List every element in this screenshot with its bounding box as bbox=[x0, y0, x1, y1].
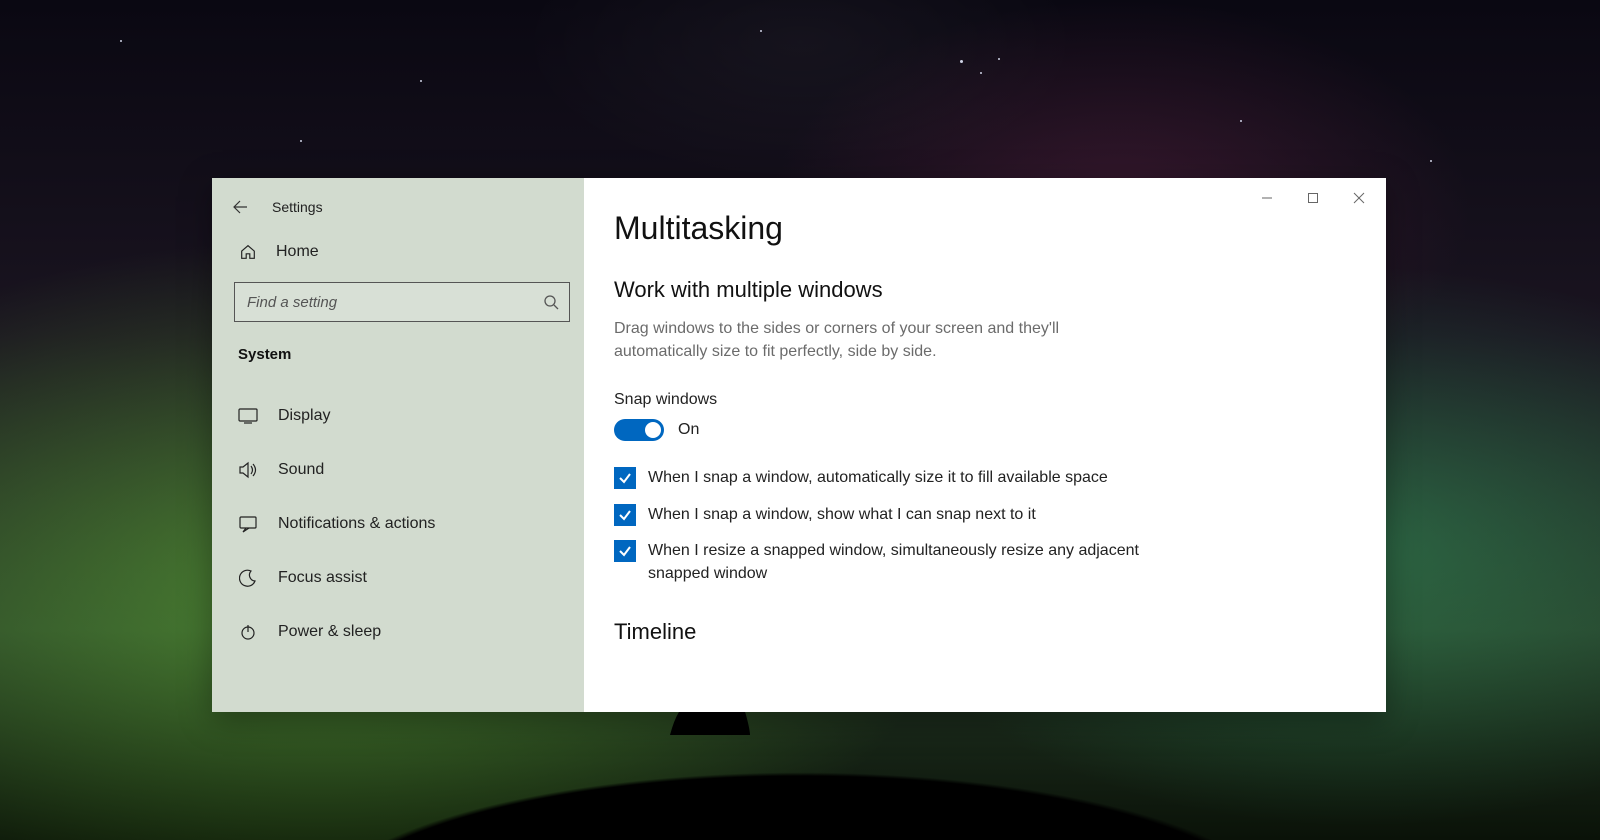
sidebar: Settings Home System bbox=[212, 178, 584, 712]
toggle-knob bbox=[645, 422, 661, 438]
checkbox-show-next[interactable]: When I snap a window, show what I can sn… bbox=[614, 504, 1174, 526]
sidebar-item-notifications[interactable]: Notifications & actions bbox=[212, 497, 584, 551]
toggle-state: On bbox=[678, 421, 699, 439]
sidebar-category: System bbox=[212, 326, 584, 371]
star-icon bbox=[420, 80, 422, 82]
page-title: Multitasking bbox=[614, 210, 1386, 247]
star-icon bbox=[1240, 120, 1242, 122]
close-button[interactable] bbox=[1336, 182, 1382, 214]
sidebar-item-sound[interactable]: Sound bbox=[212, 443, 584, 497]
power-icon bbox=[238, 622, 258, 642]
app-title: Settings bbox=[272, 199, 323, 215]
section-heading: Work with multiple windows bbox=[614, 277, 1386, 303]
checkbox-icon bbox=[614, 540, 636, 562]
checkbox-icon bbox=[614, 504, 636, 526]
sidebar-item-label: Home bbox=[276, 243, 319, 261]
sound-icon bbox=[238, 460, 258, 480]
notifications-icon bbox=[238, 514, 258, 534]
desktop-wallpaper: Settings Home System bbox=[0, 0, 1600, 840]
section-description: Drag windows to the sides or corners of … bbox=[614, 317, 1154, 363]
checkbox-label: When I resize a snapped window, simultan… bbox=[648, 540, 1174, 585]
checkbox-resize-adjacent[interactable]: When I resize a snapped window, simultan… bbox=[614, 540, 1174, 585]
checkbox-auto-size[interactable]: When I snap a window, automatically size… bbox=[614, 467, 1174, 489]
section-heading-timeline: Timeline bbox=[614, 619, 1386, 645]
star-icon bbox=[760, 30, 762, 32]
content-pane: Multitasking Work with multiple windows … bbox=[584, 178, 1386, 712]
maximize-button[interactable] bbox=[1290, 182, 1336, 214]
sidebar-nav: Display Sound Notifications & actions bbox=[212, 371, 584, 659]
search-field[interactable] bbox=[247, 294, 543, 311]
sidebar-item-display[interactable]: Display bbox=[212, 389, 584, 443]
search-input[interactable] bbox=[234, 282, 570, 322]
sidebar-item-focus-assist[interactable]: Focus assist bbox=[212, 551, 584, 605]
snap-windows-toggle[interactable] bbox=[614, 419, 664, 441]
back-button[interactable] bbox=[230, 197, 250, 217]
checkbox-label: When I snap a window, automatically size… bbox=[648, 467, 1108, 489]
display-icon bbox=[238, 406, 258, 426]
star-icon bbox=[980, 72, 982, 74]
star-icon bbox=[960, 60, 963, 63]
sidebar-item-label: Sound bbox=[278, 461, 324, 479]
moon-icon bbox=[238, 568, 258, 588]
titlebar: Settings bbox=[212, 186, 584, 228]
star-icon bbox=[1430, 160, 1432, 162]
sidebar-item-label: Focus assist bbox=[278, 569, 367, 587]
checkbox-group: When I snap a window, automatically size… bbox=[614, 467, 1174, 585]
checkbox-icon bbox=[614, 467, 636, 489]
home-icon bbox=[238, 242, 258, 262]
settings-window: Settings Home System bbox=[212, 178, 1386, 712]
checkbox-label: When I snap a window, show what I can sn… bbox=[648, 504, 1036, 526]
minimize-button[interactable] bbox=[1244, 182, 1290, 214]
sidebar-item-label: Power & sleep bbox=[278, 623, 381, 641]
star-icon bbox=[300, 140, 302, 142]
search-icon bbox=[543, 294, 559, 310]
toggle-label: Snap windows bbox=[614, 391, 1386, 409]
star-icon bbox=[998, 58, 1000, 60]
window-controls bbox=[1244, 182, 1382, 214]
star-icon bbox=[120, 40, 122, 42]
sidebar-item-label: Notifications & actions bbox=[278, 515, 435, 533]
sidebar-item-home[interactable]: Home bbox=[212, 228, 584, 276]
sidebar-item-label: Display bbox=[278, 407, 330, 425]
sidebar-item-power-sleep[interactable]: Power & sleep bbox=[212, 605, 584, 659]
